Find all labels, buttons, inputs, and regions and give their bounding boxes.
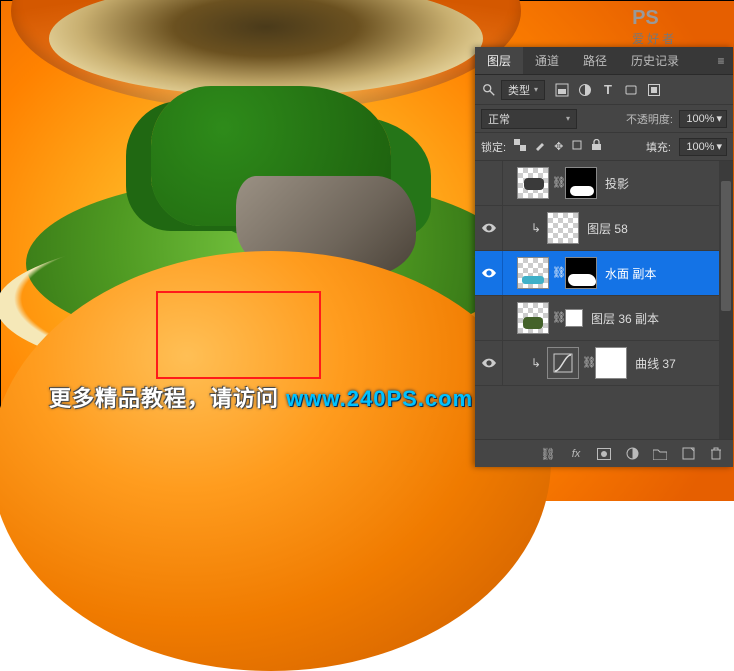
layer-name[interactable]: 图层 36 副本 [591, 310, 659, 327]
filter-pixel-icon[interactable] [555, 83, 569, 97]
filter-shape-icon[interactable] [624, 83, 638, 97]
layer-name[interactable]: 图层 58 [587, 220, 628, 237]
filter-adjustment-icon[interactable] [578, 83, 592, 97]
layer-mask-thumb[interactable] [565, 309, 583, 327]
watermark-logo: PS [632, 7, 659, 29]
lock-artboard-icon[interactable] [571, 139, 583, 154]
scrollbar-thumb[interactable] [721, 181, 731, 311]
clip-indicator-icon: ↳ [531, 356, 541, 370]
panel-footer: ⛓ fx [475, 439, 733, 467]
layer-mask-thumb[interactable] [565, 257, 597, 289]
layer-thumb[interactable] [517, 257, 549, 289]
new-layer-icon[interactable] [681, 447, 695, 461]
layer-mask-thumb[interactable] [565, 167, 597, 199]
link-icon[interactable]: ⛓ [552, 302, 562, 334]
search-filter-icon[interactable] [481, 83, 497, 97]
group-icon[interactable] [653, 447, 667, 461]
link-icon[interactable]: ⛓ [552, 257, 562, 289]
layer-row[interactable]: ↳ ⛓ 曲线 37 [475, 341, 733, 386]
add-mask-icon[interactable] [597, 447, 611, 461]
layers-list: ⛓ 投影 ↳ 图层 58 ⛓ 水面 副本 [475, 161, 733, 439]
link-icon[interactable]: ⛓ [552, 167, 562, 199]
eye-icon [482, 223, 496, 233]
link-layers-icon[interactable]: ⛓ [541, 447, 555, 461]
chevron-down-icon: ▾ [716, 112, 722, 125]
eye-icon [482, 358, 496, 368]
layers-panel: 图层 通道 路径 历史记录 ≡ 类型 ▾ T 正常 ▾ 不透明度: 100%▾ … [475, 47, 733, 467]
lock-label: 锁定: [481, 139, 506, 155]
tab-channels[interactable]: 通道 [523, 47, 571, 74]
tab-paths[interactable]: 路径 [571, 47, 619, 74]
watermark-line: 更多精品教程，请访问 www.240PS.com [49, 381, 473, 413]
chevron-down-icon: ▾ [566, 114, 570, 123]
fill-value: 100% [686, 141, 714, 153]
watermark-text: 更多精品教程，请访问 [49, 386, 286, 411]
filter-type-select[interactable]: 类型 ▾ [501, 80, 545, 100]
link-icon[interactable]: ⛓ [582, 347, 592, 379]
scrollbar[interactable] [719, 161, 733, 439]
visibility-toggle[interactable] [475, 206, 503, 250]
filter-smart-icon[interactable] [647, 83, 661, 97]
panel-menu-icon[interactable]: ≡ [709, 47, 733, 74]
watermark-url: www.240PS.com [286, 386, 473, 411]
chevron-down-icon: ▾ [534, 85, 538, 94]
filter-row: 类型 ▾ T [475, 75, 733, 105]
blend-row: 正常 ▾ 不透明度: 100%▾ [475, 105, 733, 133]
lock-row: 锁定: ✥ 填充: 100%▾ [475, 133, 733, 161]
lock-pixels-icon[interactable] [534, 139, 546, 154]
layer-name[interactable]: 水面 副本 [605, 265, 656, 282]
layer-thumb[interactable] [517, 167, 549, 199]
lock-transparency-icon[interactable] [514, 139, 526, 154]
filter-type-text-icon[interactable]: T [601, 83, 615, 97]
trash-icon[interactable] [709, 447, 723, 461]
visibility-toggle[interactable] [475, 161, 503, 205]
opacity-value: 100% [686, 113, 714, 125]
visibility-toggle[interactable] [475, 296, 503, 340]
filter-type-icons: T [555, 83, 661, 97]
opacity-label: 不透明度: [626, 111, 673, 127]
lock-position-icon[interactable]: ✥ [554, 140, 563, 153]
visibility-toggle[interactable] [475, 251, 503, 295]
layer-row[interactable]: ⛓ 投影 [475, 161, 733, 206]
blend-mode-value: 正常 [488, 111, 510, 127]
fill-label: 填充: [646, 139, 671, 155]
chevron-down-icon: ▾ [716, 140, 722, 153]
visibility-toggle[interactable] [475, 341, 503, 385]
layer-name[interactable]: 投影 [605, 175, 629, 192]
filter-type-label: 类型 [508, 82, 530, 98]
clip-indicator-icon: ↳ [531, 221, 541, 235]
fill-input[interactable]: 100%▾ [679, 138, 727, 156]
lock-icons: ✥ [514, 139, 602, 154]
tab-layers[interactable]: 图层 [475, 47, 523, 74]
adjustment-layer-icon[interactable] [625, 447, 639, 461]
layer-name[interactable]: 曲线 37 [635, 355, 676, 372]
layer-row[interactable]: ⛓ 水面 副本 [475, 251, 733, 296]
layer-mask-thumb[interactable] [595, 347, 627, 379]
layer-thumb[interactable] [517, 302, 549, 334]
fx-icon[interactable]: fx [569, 447, 583, 461]
tab-history[interactable]: 历史记录 [619, 47, 691, 74]
blend-mode-select[interactable]: 正常 ▾ [481, 109, 577, 129]
adjustment-curves-icon[interactable] [547, 347, 579, 379]
panel-tabs: 图层 通道 路径 历史记录 ≡ [475, 47, 733, 75]
eye-icon [482, 268, 496, 278]
selection-rectangle [156, 291, 321, 379]
opacity-input[interactable]: 100%▾ [679, 110, 727, 128]
lock-all-icon[interactable] [591, 139, 602, 154]
layer-thumb[interactable] [547, 212, 579, 244]
watermark-sub: 爱好者 [632, 30, 725, 47]
layer-row[interactable]: ⛓ 图层 36 副本 [475, 296, 733, 341]
layer-row[interactable]: ↳ 图层 58 [475, 206, 733, 251]
